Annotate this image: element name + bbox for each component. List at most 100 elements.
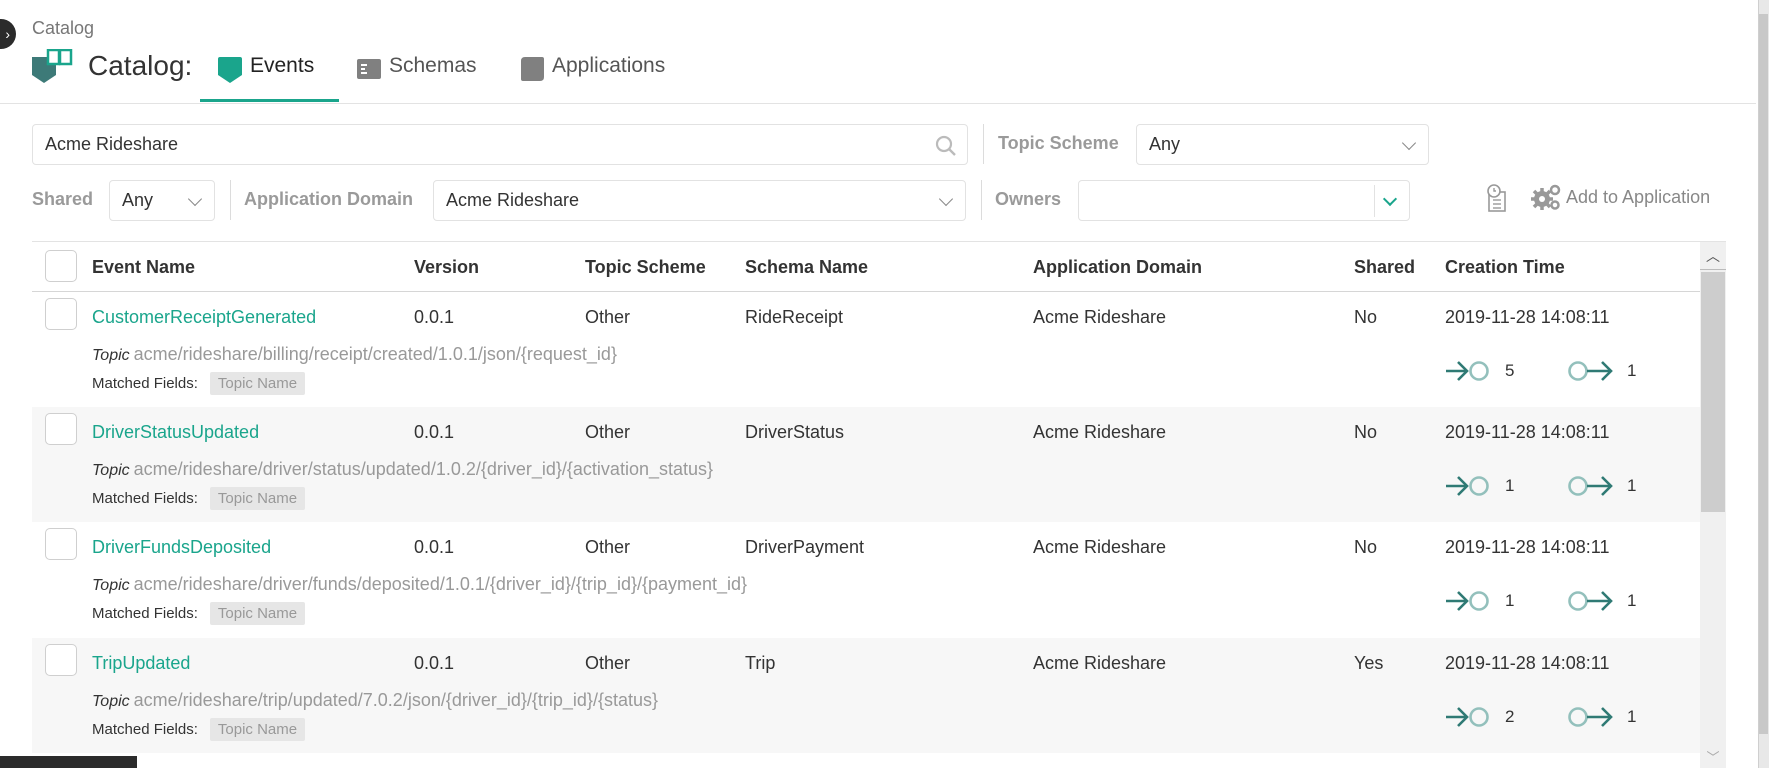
shared-select[interactable]: Any bbox=[109, 180, 215, 221]
subscribers-count[interactable]: 2 bbox=[1445, 706, 1514, 728]
events-table: Event Name Version Topic Scheme Schema N… bbox=[32, 241, 1726, 768]
application-domain-cell: Acme Rideshare bbox=[1033, 422, 1167, 442]
sidebar-toggle-button[interactable]: › bbox=[0, 19, 16, 49]
table-row[interactable]: CustomerReceiptGenerated 0.0.1 Other Rid… bbox=[32, 292, 1700, 407]
table-row[interactable]: TripUpdated 0.0.1 Other Trip Acme Ridesh… bbox=[32, 638, 1700, 753]
column-header-topic-scheme[interactable]: Topic Scheme bbox=[585, 257, 706, 278]
topic-prefix: Topic bbox=[92, 347, 130, 364]
matched-fields-label: Matched Fields: bbox=[92, 375, 198, 392]
topic-line: Topic acme/rideshare/driver/funds/deposit… bbox=[92, 574, 747, 595]
topic-scheme-label: Topic Scheme bbox=[998, 133, 1119, 153]
creation-time-cell: 2019-11-28 14:08:11 bbox=[1445, 422, 1610, 442]
event-name-link[interactable]: TripUpdated bbox=[92, 653, 190, 674]
add-to-application-label: Add to Application bbox=[1566, 186, 1711, 207]
shared-cell: No bbox=[1354, 422, 1378, 442]
tab-label: Events bbox=[250, 54, 315, 77]
topic-scheme-select[interactable]: Any bbox=[1136, 124, 1429, 165]
search-input[interactable]: Acme Rideshare bbox=[32, 124, 968, 165]
tab-events[interactable]: Events bbox=[218, 54, 314, 100]
shared-cell: No bbox=[1354, 307, 1378, 327]
publisher-arrow-icon bbox=[1568, 361, 1613, 381]
creation-time-cell: 2019-11-28 14:08:11 bbox=[1445, 653, 1610, 673]
matched-field-chip: Topic Name bbox=[209, 602, 306, 625]
matched-fields-label: Matched Fields: bbox=[92, 490, 198, 507]
publisher-arrow-icon bbox=[1568, 476, 1613, 496]
publishers-count[interactable]: 1 bbox=[1567, 706, 1636, 728]
search-input-value: Acme Rideshare bbox=[45, 134, 179, 154]
matched-fields-label: Matched Fields: bbox=[92, 605, 198, 622]
creation-time-cell: 2019-11-28 14:08:11 bbox=[1445, 307, 1610, 327]
table-row[interactable]: DriverStatusUpdated 0.0.1 Other DriverSt… bbox=[32, 407, 1700, 522]
topic-prefix: Topic bbox=[92, 577, 130, 594]
schema-name-cell: DriverStatus bbox=[745, 422, 845, 442]
table-scrollbar-thumb[interactable] bbox=[1701, 272, 1725, 512]
version-cell: 0.0.1 bbox=[414, 307, 455, 327]
scroll-down-arrow-icon[interactable]: ﹀ bbox=[1700, 747, 1726, 768]
topic-line: Topic acme/rideshare/trip/updated/7.0.2/j… bbox=[92, 690, 658, 711]
topic-string: acme/rideshare/driver/status/updated/1.0… bbox=[133, 459, 714, 479]
subscriber-arrow-icon bbox=[1446, 707, 1489, 727]
row-checkbox[interactable] bbox=[45, 644, 77, 676]
tab-applications[interactable]: Applications bbox=[521, 54, 665, 100]
search-icon[interactable] bbox=[935, 135, 957, 157]
filter-divider bbox=[230, 180, 231, 220]
owners-select[interactable] bbox=[1078, 180, 1410, 221]
tab-schemas[interactable]: Schemas bbox=[357, 54, 477, 100]
column-header-version[interactable]: Version bbox=[414, 257, 479, 278]
application-domain-value: Acme Rideshare bbox=[446, 190, 580, 210]
table-row[interactable]: DriverFundsDeposited 0.0.1 Other DriverP… bbox=[32, 522, 1700, 637]
event-name-link[interactable]: DriverFundsDeposited bbox=[92, 537, 271, 558]
matched-fields-label: Matched Fields: bbox=[92, 721, 198, 738]
owners-select-divider bbox=[1374, 185, 1375, 217]
row-checkbox[interactable] bbox=[45, 413, 77, 445]
row-checkbox[interactable] bbox=[45, 298, 77, 330]
header-divider bbox=[0, 103, 1756, 104]
application-domain-label: Application Domain bbox=[244, 189, 414, 209]
event-name-link[interactable]: CustomerReceiptGenerated bbox=[92, 307, 316, 328]
publishers-value: 1 bbox=[1627, 361, 1637, 380]
creation-time-cell: 2019-11-28 14:08:11 bbox=[1445, 537, 1610, 557]
breadcrumb[interactable]: Catalog bbox=[32, 18, 94, 39]
application-icon bbox=[521, 57, 544, 81]
chevron-right-icon: › bbox=[5, 26, 10, 42]
chevron-down-icon bbox=[187, 191, 203, 206]
column-header-creation-time[interactable]: Creation Time bbox=[1445, 257, 1565, 278]
publishers-count[interactable]: 1 bbox=[1567, 360, 1636, 382]
publisher-arrow-icon bbox=[1568, 591, 1613, 611]
topic-string: acme/rideshare/billing/receipt/created/1… bbox=[133, 344, 617, 364]
filter-divider bbox=[981, 180, 982, 220]
column-header-shared[interactable]: Shared bbox=[1354, 257, 1415, 278]
subscriber-arrow-icon bbox=[1446, 591, 1489, 611]
subscribers-count[interactable]: 1 bbox=[1445, 590, 1514, 612]
subscribers-count[interactable]: 5 bbox=[1445, 360, 1514, 382]
event-name-link[interactable]: DriverStatusUpdated bbox=[92, 422, 259, 443]
row-checkbox[interactable] bbox=[45, 528, 77, 560]
add-to-application-button[interactable]: Add to Application bbox=[1530, 183, 1710, 211]
matched-fields: Matched Fields: Topic Name bbox=[92, 372, 306, 395]
publishers-count[interactable]: 1 bbox=[1567, 475, 1636, 497]
version-cell: 0.0.1 bbox=[414, 537, 455, 557]
shared-label: Shared bbox=[32, 189, 94, 209]
schema-icon bbox=[357, 59, 381, 79]
select-all-checkbox[interactable] bbox=[45, 250, 77, 282]
history-icon[interactable] bbox=[1486, 184, 1508, 212]
window-scrollbar-thumb[interactable] bbox=[1759, 14, 1768, 734]
subscriber-arrow-icon bbox=[1446, 476, 1489, 496]
tab-label: Schemas bbox=[389, 54, 477, 77]
application-domain-cell: Acme Rideshare bbox=[1033, 307, 1167, 327]
scroll-up-arrow-icon[interactable]: ︿ bbox=[1700, 242, 1726, 270]
column-header-event-name[interactable]: Event Name bbox=[92, 257, 195, 278]
application-domain-select[interactable]: Acme Rideshare bbox=[433, 180, 966, 221]
subscribers-value: 1 bbox=[1505, 476, 1515, 495]
table-scrollbar[interactable]: ︿ ﹀ bbox=[1700, 242, 1726, 768]
topic-string: acme/rideshare/driver/funds/deposited/1.… bbox=[133, 574, 748, 594]
publishers-count[interactable]: 1 bbox=[1567, 590, 1636, 612]
topic-line: Topic acme/rideshare/driver/status/update… bbox=[92, 459, 713, 480]
column-header-application-domain[interactable]: Application Domain bbox=[1033, 257, 1202, 278]
tab-label: Applications bbox=[552, 54, 666, 77]
column-header-schema-name[interactable]: Schema Name bbox=[745, 257, 868, 278]
subscribers-count[interactable]: 1 bbox=[1445, 475, 1514, 497]
schema-name-cell: Trip bbox=[745, 653, 776, 673]
topic-scheme-cell: Other bbox=[585, 307, 631, 327]
chevron-down-icon bbox=[1401, 135, 1417, 150]
